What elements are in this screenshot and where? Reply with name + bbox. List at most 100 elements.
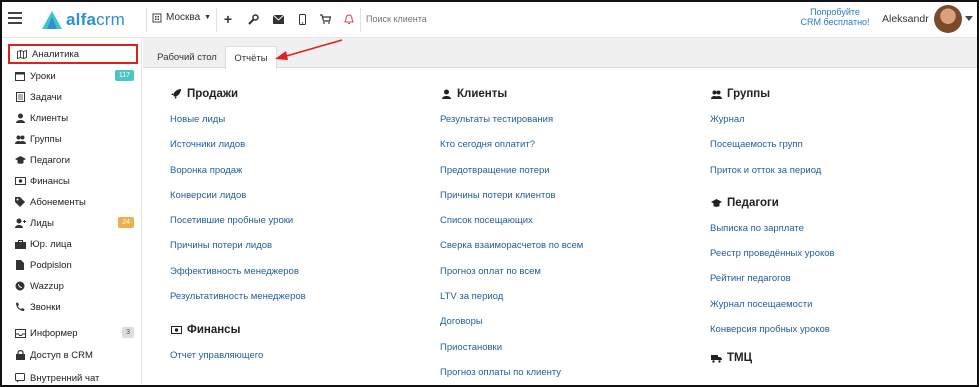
report-link-salary-statement[interactable]: Выписка по зарплате	[710, 223, 950, 248]
lock-icon	[14, 349, 26, 361]
logo-mark-icon	[42, 11, 62, 29]
logo[interactable]: alfacrm	[42, 9, 125, 31]
report-link-attendees-list[interactable]: Список посещающих	[440, 215, 680, 240]
chat-icon	[14, 372, 26, 384]
sidebar-item-label: Группы	[30, 133, 62, 145]
report-link-test-results[interactable]: Результаты тестирования	[440, 114, 680, 139]
sidebar-item-clients[interactable]: Клиенты	[8, 108, 136, 128]
report-link-journal[interactable]: Журнал	[710, 114, 950, 139]
count-badge: 117	[114, 70, 134, 81]
finance-links: Отчет управляющего	[170, 350, 410, 375]
bell-icon[interactable]	[342, 11, 356, 27]
rocket-icon	[170, 89, 182, 99]
logo-text: alfacrm	[66, 10, 126, 29]
sidebar-item-wazzup[interactable]: Wazzup	[8, 276, 136, 296]
count-badge: 24	[118, 217, 134, 228]
report-link-trial-conversion[interactable]: Конверсия пробных уроков	[710, 324, 950, 349]
plus-icon[interactable]: +	[221, 11, 235, 27]
avatar[interactable]	[934, 5, 962, 33]
report-link-lead-sources[interactable]: Источники лидов	[170, 139, 410, 164]
user-name[interactable]: Aleksandr	[882, 13, 929, 25]
sidebar-item-calls[interactable]: Звонки	[8, 297, 136, 317]
sidebar-item-analytics[interactable]: Аналитика	[8, 44, 138, 64]
briefcase-icon	[14, 238, 26, 250]
sidebar-item-label: Финансы	[30, 175, 70, 187]
reports-column-3: Группы Журнал Посещаемость групп Приток …	[710, 86, 950, 366]
sidebar-item-lessons[interactable]: Уроки 117	[8, 66, 136, 86]
reports-column-2: Клиенты Результаты тестирования Кто сего…	[440, 86, 680, 385]
truck-icon	[710, 354, 722, 363]
report-link-settlement-reconciliation[interactable]: Сверка взаиморасчетов по всем	[440, 240, 680, 265]
report-link-trial-attendees[interactable]: Посетившие пробные уроки	[170, 215, 410, 240]
users-icon	[710, 90, 722, 99]
report-link-sales-funnel[interactable]: Воронка продаж	[170, 165, 410, 190]
promo-line-2: CRM бесплатно!	[800, 17, 870, 27]
report-link-manager-performance[interactable]: Результативность менеджеров	[170, 291, 410, 316]
chevron-down-icon[interactable]	[965, 16, 973, 21]
report-link-contracts[interactable]: Договоры	[440, 316, 680, 341]
sidebar-item-label: Клиенты	[30, 112, 69, 124]
calendar-icon	[14, 70, 26, 82]
divider	[216, 8, 217, 32]
section-title: ТМЦ	[727, 352, 753, 365]
sidebar-item-informer[interactable]: Информер 3	[8, 323, 136, 343]
sidebar-item-podpislon[interactable]: Podpislon	[8, 255, 136, 275]
report-link-ltv[interactable]: LTV за период	[440, 291, 680, 316]
section-title: Педагоги	[727, 196, 779, 209]
city-selector[interactable]: Москва ▼	[152, 12, 211, 23]
tab-reports[interactable]: Отчёты	[225, 46, 277, 69]
report-link-client-loss-reasons[interactable]: Причины потери клиентов	[440, 190, 680, 215]
report-link-payment-forecast-all[interactable]: Прогноз оплат по всем	[440, 266, 680, 291]
sidebar-item-label: Аналитика	[32, 48, 80, 60]
users-icon	[14, 133, 26, 145]
phone-icon	[14, 301, 26, 313]
section-groups: Группы	[710, 86, 950, 102]
sidebar-item-label: Абонементы	[30, 196, 86, 208]
report-link-new-leads[interactable]: Новые лиды	[170, 114, 410, 139]
cart-icon[interactable]	[318, 11, 332, 27]
user-icon	[14, 112, 26, 124]
report-link-manager-report[interactable]: Отчет управляющего	[170, 350, 410, 375]
sidebar-item-finance[interactable]: Финансы	[8, 171, 136, 191]
report-link-inflow-outflow[interactable]: Приток и отток за период	[710, 165, 950, 190]
tab-dashboard[interactable]: Рабочий стол	[149, 46, 225, 68]
graduation-cap-icon	[14, 154, 26, 166]
wrench-icon[interactable]	[246, 11, 260, 27]
sidebar-item-subscriptions[interactable]: Абонементы	[8, 192, 136, 212]
envelope-icon[interactable]	[271, 11, 285, 27]
sidebar-item-leads[interactable]: Лиды 24	[8, 213, 136, 233]
sidebar-item-label: Лиды	[30, 217, 54, 229]
sidebar-item-internal-chat[interactable]: Внутренний чат	[8, 368, 136, 385]
report-link-who-pays-today[interactable]: Кто сегодня оплатит?	[440, 139, 680, 164]
report-link-attendance-journal[interactable]: Журнал посещаемости	[710, 299, 950, 324]
report-link-lessons-register[interactable]: Реестр проведённых уроков	[710, 248, 950, 273]
report-link-payment-forecast-client[interactable]: Прогноз оплаты по клиенту	[440, 367, 680, 385]
report-link-teacher-rating[interactable]: Рейтинг педагогов	[710, 273, 950, 298]
report-link-lead-conversions[interactable]: Конверсии лидов	[170, 190, 410, 215]
menu-icon[interactable]	[8, 12, 22, 24]
sidebar-item-tasks[interactable]: Задачи	[8, 87, 136, 107]
section-title: Продажи	[187, 88, 239, 100]
report-link-group-attendance[interactable]: Посещаемость групп	[710, 139, 950, 164]
sales-links: Новые лиды Источники лидов Воронка прода…	[170, 114, 410, 316]
report-link-lead-loss-reasons[interactable]: Причины потери лидов	[170, 240, 410, 265]
top-bar: alfacrm Москва ▼ + Попробуйте CRM беспла	[2, 2, 977, 38]
mobile-icon[interactable]	[295, 11, 309, 27]
report-link-suspensions[interactable]: Приостановки	[440, 342, 680, 367]
divider	[146, 8, 147, 32]
sidebar-item-groups[interactable]: Группы	[8, 129, 136, 149]
sidebar-item-teachers[interactable]: Педагоги	[8, 150, 136, 170]
client-search-input[interactable]	[366, 11, 566, 27]
section-title: Финансы	[187, 324, 241, 337]
section-clients: Клиенты	[440, 86, 680, 102]
report-link-loss-prevention[interactable]: Предотвращение потери	[440, 165, 680, 190]
promo-line-1: Попробуйте	[810, 7, 860, 17]
sidebar-item-label: Уроки	[30, 70, 56, 82]
report-link-manager-efficiency[interactable]: Эффективность менеджеров	[170, 266, 410, 291]
sidebar-item-crm-access[interactable]: Доступ в CRM	[8, 345, 136, 365]
trial-promo-link[interactable]: Попробуйте CRM бесплатно!	[799, 7, 871, 27]
section-title: Клиенты	[457, 88, 508, 100]
user-plus-icon	[14, 217, 26, 229]
sidebar-item-label: Podpislon	[30, 259, 72, 271]
sidebar-item-legal-entities[interactable]: Юр. лица	[8, 234, 136, 254]
